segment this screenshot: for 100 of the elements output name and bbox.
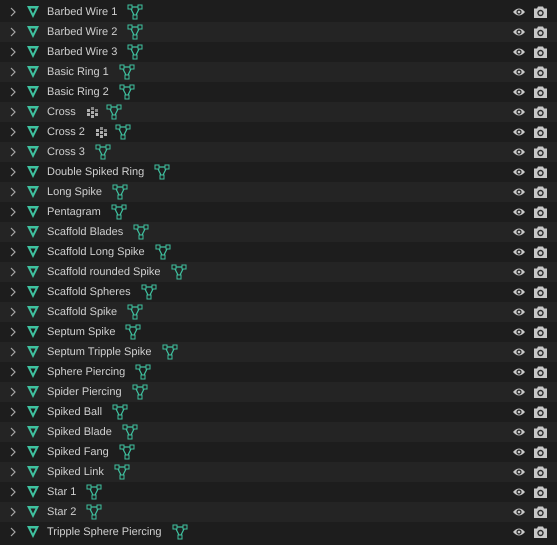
camera-icon[interactable]	[534, 506, 547, 518]
object-name[interactable]: Star 2	[47, 506, 76, 518]
eye-icon[interactable]	[512, 27, 526, 37]
camera-icon[interactable]	[534, 386, 547, 398]
mesh-data-icon[interactable]	[125, 324, 142, 340]
eye-icon[interactable]	[512, 287, 526, 297]
object-name[interactable]: Sphere Piercing	[47, 366, 126, 378]
camera-icon[interactable]	[534, 46, 547, 58]
eye-icon[interactable]	[512, 167, 526, 177]
mesh-data-icon[interactable]	[106, 104, 122, 120]
camera-icon[interactable]	[534, 406, 547, 418]
camera-icon[interactable]	[534, 126, 547, 138]
object-name[interactable]: Cross	[47, 106, 76, 118]
camera-icon[interactable]	[534, 226, 547, 238]
mesh-data-icon[interactable]	[135, 364, 152, 380]
eye-icon[interactable]	[512, 187, 526, 197]
object-name[interactable]: Cross 3	[47, 146, 85, 158]
mesh-data-icon[interactable]	[86, 504, 102, 520]
eye-icon[interactable]	[512, 447, 526, 457]
camera-icon[interactable]	[534, 86, 547, 98]
mesh-data-icon[interactable]	[118, 64, 135, 80]
object-name[interactable]: Septum Spike	[47, 326, 116, 338]
mesh-data-icon[interactable]	[86, 484, 102, 500]
eye-icon[interactable]	[512, 367, 526, 377]
camera-icon[interactable]	[534, 446, 547, 458]
mesh-data-icon[interactable]	[132, 384, 148, 400]
mesh-data-icon[interactable]	[114, 464, 130, 480]
modifier-icon[interactable]	[86, 106, 98, 118]
camera-icon[interactable]	[534, 186, 547, 198]
camera-icon[interactable]	[534, 26, 547, 38]
object-name[interactable]: Scaffold Spike	[47, 306, 118, 318]
mesh-data-icon[interactable]	[127, 304, 144, 320]
eye-icon[interactable]	[512, 227, 526, 237]
camera-icon[interactable]	[534, 266, 547, 278]
eye-icon[interactable]	[512, 307, 526, 317]
mesh-data-icon[interactable]	[154, 244, 171, 260]
object-name[interactable]: Double Spiked Ring	[47, 166, 144, 178]
camera-icon[interactable]	[534, 246, 547, 258]
mesh-data-icon[interactable]	[118, 444, 135, 460]
eye-icon[interactable]	[512, 67, 526, 77]
object-name[interactable]: Spiked Ball	[47, 406, 102, 418]
eye-icon[interactable]	[512, 487, 526, 497]
object-name[interactable]: Scaffold rounded Spike	[47, 266, 161, 278]
eye-icon[interactable]	[512, 7, 526, 17]
modifier-icon[interactable]	[94, 126, 107, 138]
mesh-data-icon[interactable]	[122, 424, 138, 440]
camera-icon[interactable]	[534, 526, 547, 538]
object-name[interactable]: Cross 2	[47, 126, 85, 138]
eye-icon[interactable]	[512, 347, 526, 357]
eye-icon[interactable]	[512, 267, 526, 277]
eye-icon[interactable]	[512, 47, 526, 57]
object-name[interactable]: Septum Tripple Spike	[47, 346, 152, 358]
camera-icon[interactable]	[534, 366, 547, 378]
object-name[interactable]: Long Spike	[47, 186, 102, 198]
camera-icon[interactable]	[534, 146, 547, 158]
object-name[interactable]: Barbed Wire 2	[47, 26, 118, 38]
eye-icon[interactable]	[512, 87, 526, 97]
object-name[interactable]: Spiked Blade	[47, 426, 112, 438]
camera-icon[interactable]	[534, 306, 547, 318]
eye-icon[interactable]	[512, 327, 526, 337]
object-name[interactable]: Basic Ring 2	[47, 86, 109, 98]
camera-icon[interactable]	[534, 286, 547, 298]
mesh-data-icon[interactable]	[94, 144, 111, 160]
object-name[interactable]: Scaffold Long Spike	[47, 246, 145, 258]
eye-icon[interactable]	[512, 427, 526, 437]
object-name[interactable]: Spiked Link	[47, 466, 104, 478]
eye-icon[interactable]	[512, 247, 526, 257]
eye-icon[interactable]	[512, 467, 526, 477]
camera-icon[interactable]	[534, 426, 547, 438]
mesh-data-icon[interactable]	[127, 44, 144, 60]
object-name[interactable]: Scaffold Spheres	[47, 286, 131, 298]
eye-icon[interactable]	[512, 527, 526, 537]
camera-icon[interactable]	[534, 326, 547, 338]
eye-icon[interactable]	[512, 407, 526, 417]
mesh-data-icon[interactable]	[162, 344, 178, 360]
camera-icon[interactable]	[534, 466, 547, 478]
eye-icon[interactable]	[512, 207, 526, 217]
mesh-data-icon[interactable]	[170, 264, 187, 280]
camera-icon[interactable]	[534, 66, 547, 78]
object-name[interactable]: Spider Piercing	[47, 386, 122, 398]
object-name[interactable]: Barbed Wire 3	[47, 46, 118, 58]
camera-icon[interactable]	[534, 106, 547, 118]
mesh-data-icon[interactable]	[114, 124, 131, 140]
eye-icon[interactable]	[512, 507, 526, 517]
mesh-data-icon[interactable]	[112, 404, 128, 420]
camera-icon[interactable]	[534, 6, 547, 18]
object-name[interactable]: Star 1	[47, 486, 76, 498]
mesh-data-icon[interactable]	[154, 164, 170, 180]
mesh-data-icon[interactable]	[140, 284, 157, 300]
mesh-data-icon[interactable]	[172, 524, 188, 540]
camera-icon[interactable]	[534, 486, 547, 498]
mesh-data-icon[interactable]	[133, 224, 150, 240]
mesh-data-icon[interactable]	[110, 204, 127, 220]
object-name[interactable]: Spiked Fang	[47, 446, 109, 458]
object-name[interactable]: Scaffold Blades	[47, 226, 124, 238]
eye-icon[interactable]	[512, 147, 526, 157]
mesh-data-icon[interactable]	[118, 84, 135, 100]
mesh-data-icon[interactable]	[127, 24, 144, 40]
eye-icon[interactable]	[512, 387, 526, 397]
object-name[interactable]: Tripple Sphere Piercing	[47, 526, 162, 538]
